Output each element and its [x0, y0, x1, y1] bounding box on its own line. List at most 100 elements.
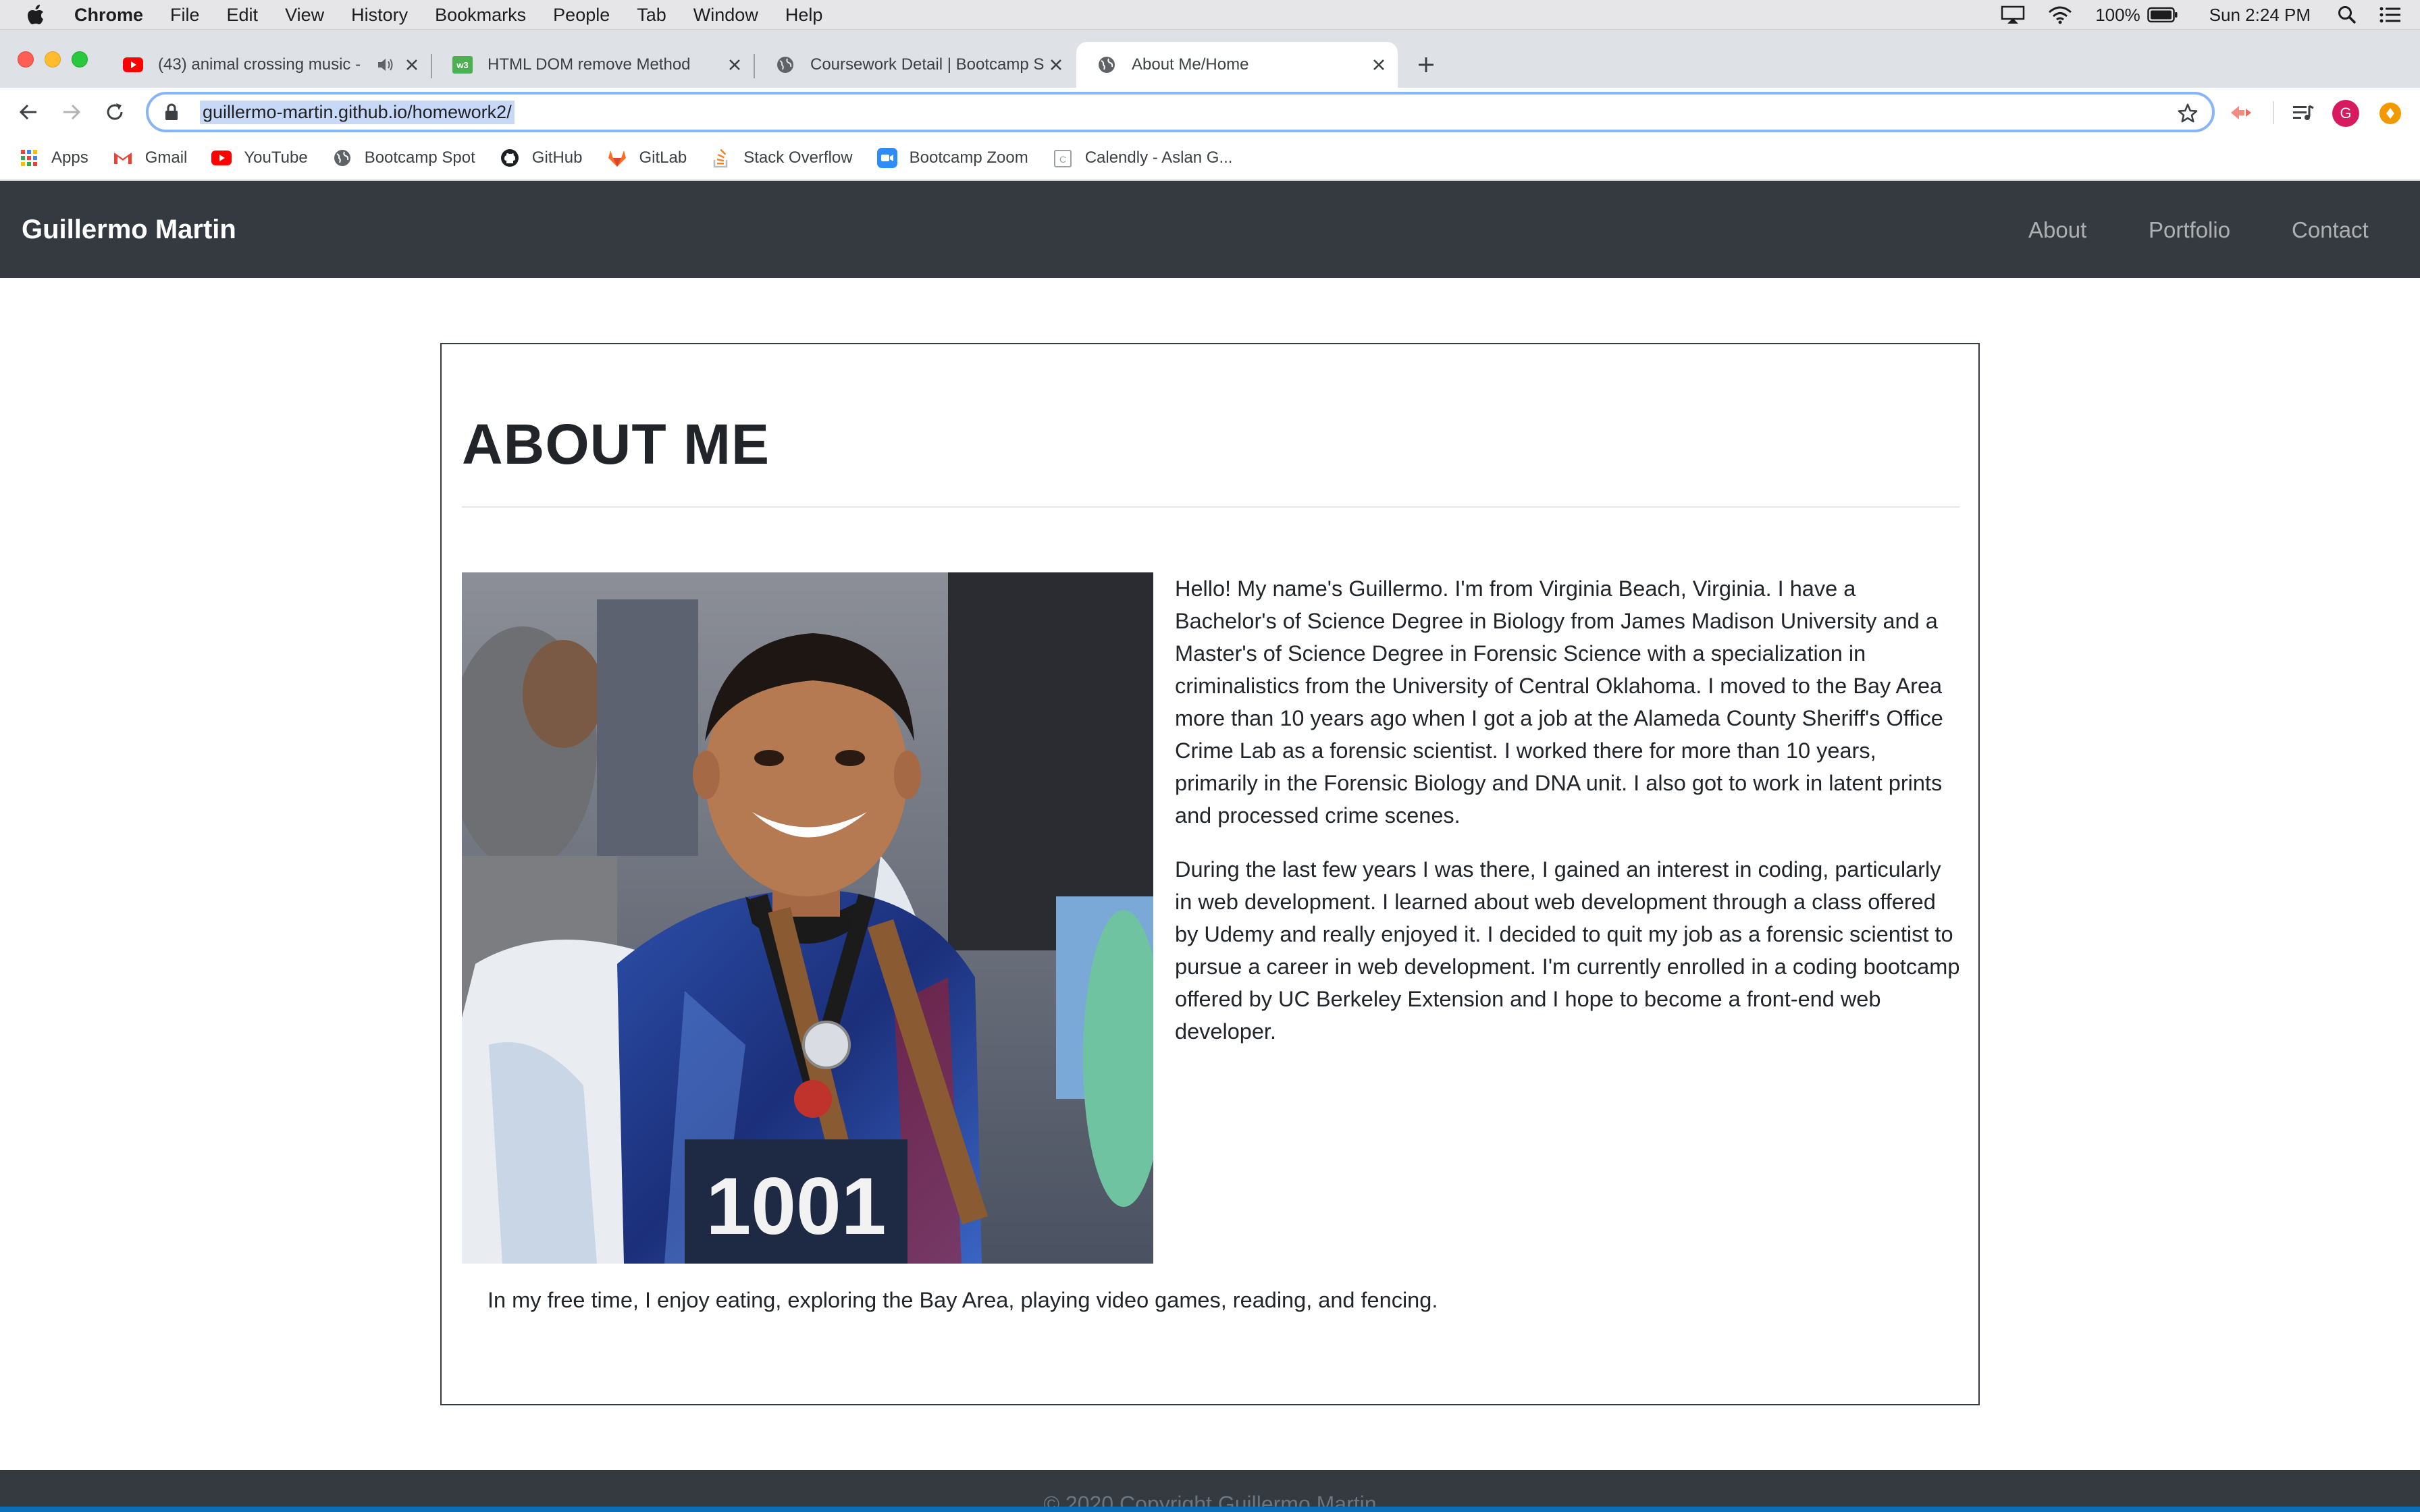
profile-photo: 1001: [462, 572, 1153, 1264]
menu-tab[interactable]: Tab: [623, 0, 680, 30]
menu-edit[interactable]: Edit: [213, 0, 272, 30]
github-icon: [500, 148, 520, 168]
apps-grid-icon: [19, 148, 39, 168]
battery-percent: 100%: [2095, 4, 2140, 25]
globe-icon: [775, 55, 795, 75]
spotlight-search-icon[interactable]: [2338, 5, 2357, 24]
heading-divider: [462, 506, 1959, 508]
svg-text:C: C: [1059, 154, 1066, 165]
tab-html-dom-remove[interactable]: w3 HTML DOM remove Method: [432, 42, 755, 88]
airplay-icon[interactable]: [2001, 5, 2025, 24]
bookmark-calendly[interactable]: C Calendly - Aslan G...: [1053, 148, 1233, 168]
bookmark-label: Calendly - Aslan G...: [1084, 148, 1233, 167]
battery-icon[interactable]: [2147, 7, 2178, 23]
close-tab-icon[interactable]: [402, 55, 421, 74]
bookmark-gmail[interactable]: Gmail: [113, 148, 188, 168]
cast-extension-icon[interactable]: [2228, 100, 2254, 126]
bookmark-label: YouTube: [244, 148, 308, 167]
profile-photo-illustration: 1001: [462, 572, 1153, 1264]
bookmark-label: Bootcamp Zoom: [909, 148, 1028, 167]
extension-badge-icon[interactable]: [2379, 103, 2401, 124]
apple-logo-icon[interactable]: [27, 4, 46, 26]
nav-link-contact[interactable]: Contact: [2292, 217, 2369, 243]
nav-link-portfolio[interactable]: Portfolio: [2149, 217, 2230, 243]
bookmark-label: Stack Overflow: [743, 148, 853, 167]
page-title: ABOUT ME: [462, 412, 770, 476]
youtube-icon: [123, 55, 143, 75]
tab-title: About Me/Home: [1132, 55, 1249, 74]
bookmark-label: Gmail: [144, 148, 188, 167]
audio-playing-icon[interactable]: [377, 57, 394, 73]
status-area: 100% Sun 2:24 PM: [2001, 0, 2420, 30]
bookmark-star-icon[interactable]: [2177, 103, 2199, 124]
free-time-paragraph: In my free time, I enjoy eating, explori…: [488, 1288, 1438, 1312]
bookmark-label: GitLab: [639, 148, 687, 167]
site-navbar: Guillermo Martin About Portfolio Contact: [0, 181, 2420, 278]
forward-arrow-icon[interactable]: [58, 99, 85, 126]
stackoverflow-icon: [711, 148, 731, 168]
bookmark-label: Apps: [51, 148, 88, 167]
wifi-icon[interactable]: [2048, 5, 2072, 24]
footer-bottom-strip: [0, 1507, 2420, 1512]
toolbar-divider: [2273, 101, 2274, 124]
new-tab-plus-icon[interactable]: [1411, 50, 1441, 80]
nav-link-about[interactable]: About: [2028, 217, 2086, 243]
browser-toolbar: guillermo-martin.github.io/homework2/ G: [0, 88, 2420, 136]
globe-icon: [1097, 55, 1117, 75]
bookmarks-bar: Apps Gmail YouTube Bootcamp Spot GitHub …: [0, 136, 2420, 181]
clock[interactable]: Sun 2:24 PM: [2209, 5, 2311, 26]
url-text[interactable]: guillermo-martin.github.io/homework2/: [200, 100, 515, 124]
reload-icon[interactable]: [101, 99, 128, 126]
bookmark-github[interactable]: GitHub: [500, 148, 583, 168]
window-minimize-button[interactable]: [45, 51, 61, 68]
menu-help[interactable]: Help: [772, 0, 837, 30]
notification-center-icon[interactable]: [2379, 6, 2401, 24]
svg-text:1001: 1001: [706, 1161, 887, 1251]
menu-history[interactable]: History: [338, 0, 421, 30]
lock-icon[interactable]: [165, 103, 182, 122]
bookmark-label: GitHub: [531, 148, 583, 167]
profile-avatar[interactable]: G: [2332, 100, 2359, 127]
gmail-icon: [113, 148, 133, 168]
bookmark-label: Bootcamp Spot: [364, 148, 475, 167]
youtube-icon: [211, 148, 232, 168]
back-arrow-icon[interactable]: [15, 99, 42, 126]
about-card: ABOUT ME 1001 Hello! My name's Guillermo…: [440, 343, 1980, 1405]
bookmark-youtube[interactable]: YouTube: [211, 148, 308, 168]
menu-window[interactable]: Window: [680, 0, 772, 30]
menu-app-name[interactable]: Chrome: [61, 0, 157, 30]
menu-view[interactable]: View: [271, 0, 338, 30]
address-bar[interactable]: guillermo-martin.github.io/homework2/: [146, 92, 2215, 132]
zoom-icon: [876, 148, 897, 168]
bookmark-stack-overflow[interactable]: Stack Overflow: [711, 148, 853, 168]
bio-paragraph-1: Hello! My name's Guillermo. I'm from Vir…: [1175, 576, 1943, 828]
bio-paragraph-2: During the last few years I was there, I…: [1175, 857, 1960, 1044]
menu-file[interactable]: File: [157, 0, 213, 30]
site-footer: © 2020 Copyright Guillermo Martin: [0, 1470, 2420, 1512]
tab-about-me-home[interactable]: About Me/Home: [1076, 42, 1398, 88]
globe-icon: [332, 148, 352, 168]
close-tab-icon[interactable]: [1047, 55, 1066, 74]
close-tab-icon[interactable]: [725, 55, 744, 74]
gitlab-icon: [607, 148, 627, 168]
close-tab-icon[interactable]: [1369, 55, 1388, 74]
menu-people[interactable]: People: [540, 0, 623, 30]
menu-bookmarks[interactable]: Bookmarks: [421, 0, 540, 30]
site-brand-link[interactable]: Guillermo Martin: [22, 215, 236, 245]
w3schools-icon: w3: [452, 55, 473, 75]
tab-strip: (43) animal crossing music - w3 HTML DOM…: [0, 30, 2420, 88]
macos-menu-bar: Chrome File Edit View History Bookmarks …: [0, 0, 2420, 30]
bookmark-gitlab[interactable]: GitLab: [607, 148, 687, 168]
tab-title: HTML DOM remove Method: [488, 55, 691, 74]
window-close-button[interactable]: [18, 51, 34, 68]
tab-title: Coursework Detail | Bootcamp S: [810, 55, 1044, 74]
window-zoom-button[interactable]: [72, 51, 88, 68]
bookmark-bootcamp-spot[interactable]: Bootcamp Spot: [332, 148, 475, 168]
bio-text: Hello! My name's Guillermo. I'm from Vir…: [1175, 572, 1962, 1069]
bookmark-bootcamp-zoom[interactable]: Bootcamp Zoom: [876, 148, 1028, 168]
tab-coursework-detail[interactable]: Coursework Detail | Bootcamp S: [755, 42, 1075, 88]
calendly-icon: C: [1053, 148, 1073, 168]
bookmark-apps[interactable]: Apps: [19, 148, 88, 168]
tab-animal-crossing[interactable]: (43) animal crossing music -: [103, 42, 432, 88]
media-queue-icon[interactable]: [2290, 100, 2316, 126]
